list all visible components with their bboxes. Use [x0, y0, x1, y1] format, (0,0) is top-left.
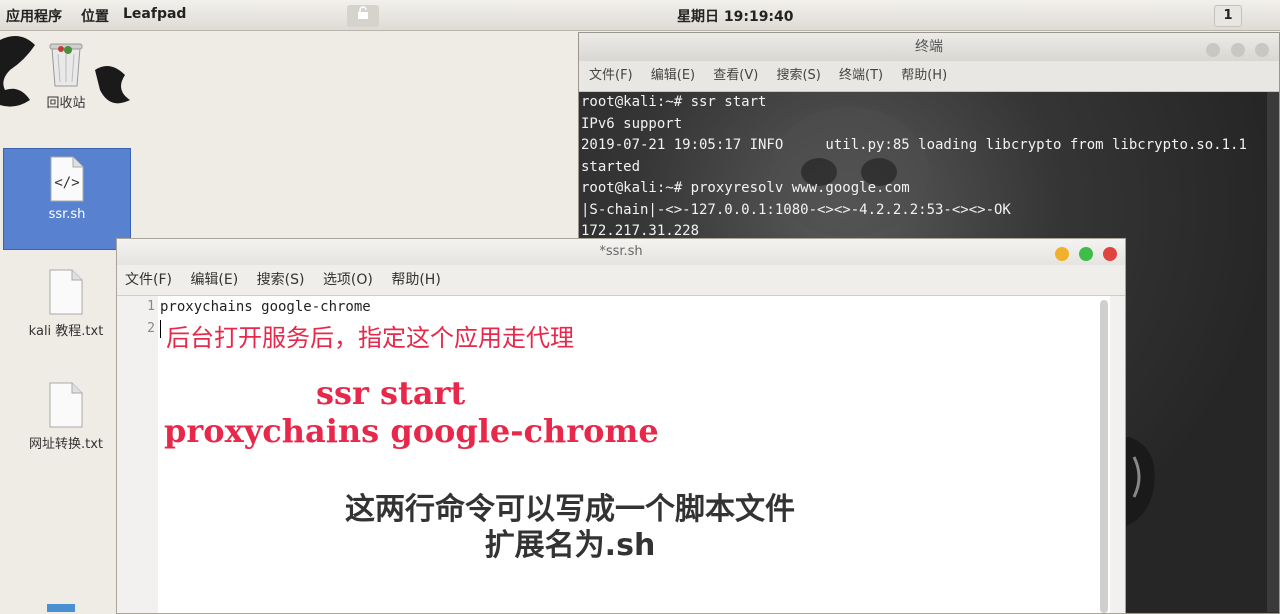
editor-scrollbar[interactable]: [1100, 300, 1108, 613]
clock[interactable]: 星期日 19:19:40: [677, 6, 794, 26]
editor-titlebar[interactable]: *ssr.sh: [117, 239, 1125, 265]
desktop-icon-trash[interactable]: 回收站: [3, 40, 129, 111]
svg-text:</>: </>: [54, 175, 79, 191]
annotation-extension-note: 扩展名为.sh: [484, 528, 656, 563]
leafpad-window: *ssr.sh 文件(F) 编辑(E) 搜索(S) 选项(O) 帮助(H) 1 …: [116, 238, 1126, 614]
maximize-button[interactable]: [1230, 43, 1245, 57]
places-menu[interactable]: 位置: [81, 6, 109, 26]
terminal-line: started: [581, 158, 641, 175]
close-button[interactable]: [1255, 43, 1269, 57]
desktop-icon-label: 回收站: [46, 96, 86, 111]
terminal-wallpaper-shape: [1119, 437, 1155, 527]
text-editor-area[interactable]: proxychains google-chrome 后台打开服务后，指定这个应用…: [158, 296, 1110, 613]
active-app-label[interactable]: Leafpad: [123, 6, 186, 22]
menu-search[interactable]: 搜索(S): [257, 272, 305, 288]
editor-body: 1 2 proxychains google-chrome 后台打开服务后，指定…: [117, 296, 1125, 613]
terminal-line: 2019-07-21 19:05:17 INFO util.py:85 load…: [581, 137, 1247, 153]
menu-edit[interactable]: 编辑(E): [190, 272, 238, 288]
text-file-icon: [49, 382, 83, 428]
terminal-line: IPv6 support: [581, 115, 683, 132]
lock-icon[interactable]: [347, 5, 379, 27]
terminal-title: 终端: [915, 39, 943, 55]
line-number: 2: [147, 321, 155, 336]
menu-file[interactable]: 文件(F): [125, 272, 172, 288]
desktop-icon-label: kali 教程.txt: [28, 324, 104, 339]
applications-menu[interactable]: 应用程序: [6, 6, 62, 26]
terminal-menubar: 文件(F) 编辑(E) 查看(V) 搜索(S) 终端(T) 帮助(H): [579, 61, 1279, 92]
terminal-titlebar[interactable]: 终端: [579, 33, 1279, 61]
desktop-icon-ssr-sh[interactable]: </> ssr.sh: [3, 148, 131, 250]
close-button[interactable]: [1103, 247, 1117, 261]
terminal-scrollbar[interactable]: [1267, 92, 1279, 612]
top-panel: 应用程序 位置 Leafpad 星期日 19:19:40 1: [0, 0, 1280, 31]
terminal-line: |S-chain|-<>-127.0.0.1:1080-<><>-4.2.2.2…: [581, 201, 1011, 218]
menu-view[interactable]: 查看(V): [713, 68, 758, 83]
minimize-button[interactable]: [1054, 247, 1069, 261]
workspace-switcher[interactable]: 1: [1214, 5, 1242, 27]
annotation-red-note: 后台打开服务后，指定这个应用走代理: [166, 324, 574, 352]
menu-options[interactable]: 选项(O): [323, 272, 373, 288]
code-line: proxychains google-chrome: [160, 299, 371, 315]
menu-search[interactable]: 搜索(S): [776, 68, 820, 83]
minimize-button[interactable]: [1206, 43, 1221, 57]
editor-title: *ssr.sh: [599, 244, 643, 259]
trash-icon: [49, 43, 83, 87]
terminal-line: root@kali:~# proxyresolv www.google.com: [581, 180, 910, 196]
menu-help[interactable]: 帮助(H): [391, 272, 440, 288]
desktop-icon-partial[interactable]: [47, 604, 75, 612]
desktop-icon-label: ssr.sh: [48, 207, 86, 222]
text-file-icon: [49, 269, 83, 315]
desktop-icon-url-convert[interactable]: 网址转换.txt: [3, 381, 129, 452]
line-number-gutter: 1 2: [117, 296, 157, 613]
script-file-icon: </>: [50, 156, 84, 202]
text-caret: [160, 320, 161, 338]
menu-terminal[interactable]: 终端(T): [839, 68, 883, 83]
menu-help[interactable]: 帮助(H): [901, 68, 947, 83]
desktop-icon-kali-tutorial[interactable]: kali 教程.txt: [3, 268, 129, 339]
maximize-button[interactable]: [1078, 247, 1093, 261]
annotation-cmd-proxychains: proxychains google-chrome: [164, 412, 659, 450]
desktop-icon-label: 网址转换.txt: [28, 437, 104, 452]
editor-menubar: 文件(F) 编辑(E) 搜索(S) 选项(O) 帮助(H): [117, 265, 1125, 296]
menu-file[interactable]: 文件(F): [589, 68, 633, 83]
annotation-cmd-ssr-start: ssr start: [316, 374, 466, 412]
terminal-line: root@kali:~# ssr start: [581, 94, 767, 110]
menu-edit[interactable]: 编辑(E): [651, 68, 695, 83]
line-number: 1: [147, 299, 155, 314]
